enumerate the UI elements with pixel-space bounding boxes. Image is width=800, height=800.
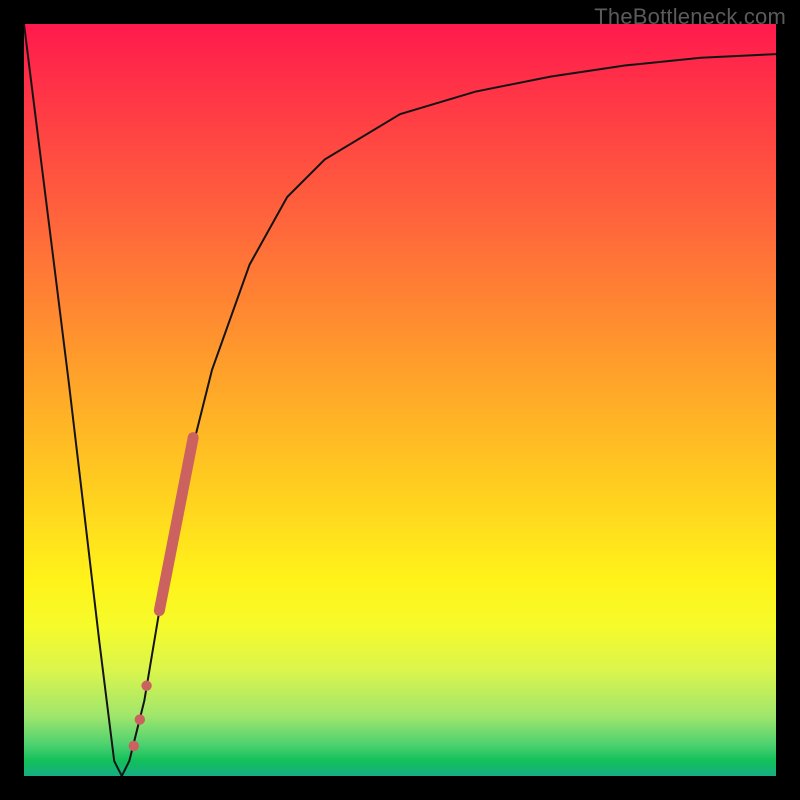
- accent-segment-group: [159, 438, 193, 611]
- curve-svg: [24, 24, 776, 776]
- accent-segment: [159, 438, 193, 611]
- accent-dot: [129, 741, 139, 751]
- curve-path: [24, 24, 776, 776]
- bottleneck-curve: [24, 24, 776, 776]
- accent-dot: [141, 681, 151, 691]
- plot-area: [24, 24, 776, 776]
- chart-frame: TheBottleneck.com: [0, 0, 800, 800]
- accent-dot: [135, 714, 145, 724]
- watermark-text: TheBottleneck.com: [594, 4, 786, 30]
- accent-dots-group: [129, 681, 152, 752]
